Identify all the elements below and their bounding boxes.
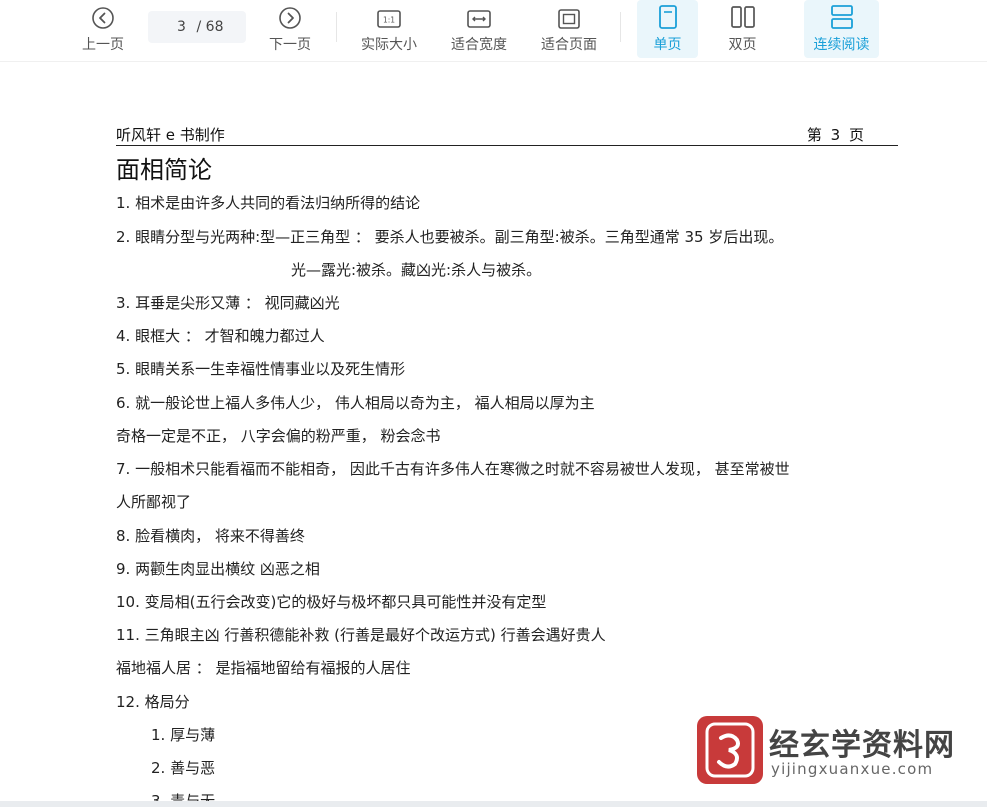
total-pages: / 68 [196,19,224,35]
document-title: 面相简论 [116,156,212,184]
text-line: 7. 一般相术只能看福而不能相奇， 因此千古有许多伟人在寒微之时就不容易被世人发… [116,460,790,478]
prev-page-button[interactable]: 上一页 [72,0,134,58]
toolbar: 上一页 / 68 下一页 1:1 实际大小 适合宽度 适合页面 单页 [0,0,987,62]
actual-size-button[interactable]: 1:1 实际大小 [352,0,426,58]
continuous-reading-icon [830,0,854,30]
double-page-button[interactable]: 双页 [712,0,773,58]
chevron-right-circle-icon [278,0,302,30]
toolbar-divider [336,12,337,42]
running-header: 听风轩 e 书制作 第 3 页 [116,124,898,146]
watermark-url: yijingxuanxue.com [771,760,934,778]
double-page-icon [730,0,756,30]
toolbar-divider [620,12,621,42]
text-line: 8. 脸看横肉， 将来不得善终 [116,527,305,545]
text-line: 10. 变局相(五行会改变)它的极好与极坏都只具可能性并没有定型 [116,593,547,611]
next-page-label: 下一页 [269,37,311,53]
page-number-input[interactable] [170,19,193,35]
prev-page-label: 上一页 [82,37,124,53]
text-line: 5. 眼睛关系一生幸福性情事业以及死生情形 [116,360,406,378]
single-page-icon [657,0,679,30]
continuous-reading-label: 连续阅读 [813,37,870,53]
single-page-button[interactable]: 单页 [637,0,698,58]
fit-page-label: 适合页面 [541,37,597,53]
text-line: 福地福人居 ： 是指福地留给有福报的人居住 [116,659,411,677]
fit-width-icon [466,0,492,30]
page-indicator: / 68 [148,11,246,43]
text-line: 光—露光:被杀。藏凶光:杀人与被杀。 [291,261,542,279]
text-line: 3. 耳垂是尖形又薄 ： 视同藏凶光 [116,294,340,312]
text-line: 奇格一定是不正， 八字会偏的粉严重， 粉会念书 [116,427,441,445]
single-page-label: 单页 [653,37,682,53]
fit-page-button[interactable]: 适合页面 [532,0,606,58]
text-line: 6. 就一般论世上福人多伟人少， 伟人相局以奇为主， 福人相局以厚为主 [116,394,595,412]
next-page-button[interactable]: 下一页 [259,0,321,58]
text-line: 12. 格局分 [116,693,190,711]
svg-text:1:1: 1:1 [383,16,395,25]
watermark: 经玄学资料网 yijingxuanxue.com [697,716,967,786]
header-page-number: 第 3 页 [806,126,866,144]
actual-size-icon: 1:1 [376,0,402,30]
header-left: 听风轩 e 书制作 [116,126,225,144]
chevron-left-circle-icon [91,0,115,30]
actual-size-label: 实际大小 [361,37,417,53]
fit-width-label: 适合宽度 [451,37,507,53]
text-line: 2. 善与恶 [151,759,216,777]
watermark-name: 经玄学资料网 [769,728,955,763]
double-page-label: 双页 [728,37,757,53]
watermark-logo-icon [697,716,763,784]
fit-page-icon [556,0,582,30]
text-line: 1. 厚与薄 [151,726,216,744]
bottom-scroll-bar[interactable] [0,801,987,807]
text-line: 人所鄙视了 [116,493,192,511]
text-line: 9. 两颧生肉显出横纹 凶恶之相 [116,560,320,578]
text-line: 2. 眼睛分型与光两种:型—正三角型 ： 要杀人也要被杀。副三角型:被杀。三角型… [116,228,784,246]
continuous-reading-button[interactable]: 连续阅读 [804,0,879,58]
text-line: 4. 眼框大 ： 才智和魄力都过人 [116,327,325,345]
text-line: 11. 三角眼主凶 行善积德能补救 (行善是最好个改运方式) 行善会遇好贵人 [116,626,606,644]
text-line: 1. 相术是由许多人共同的看法归纳所得的结论 [116,194,421,212]
fit-width-button[interactable]: 适合宽度 [442,0,516,58]
